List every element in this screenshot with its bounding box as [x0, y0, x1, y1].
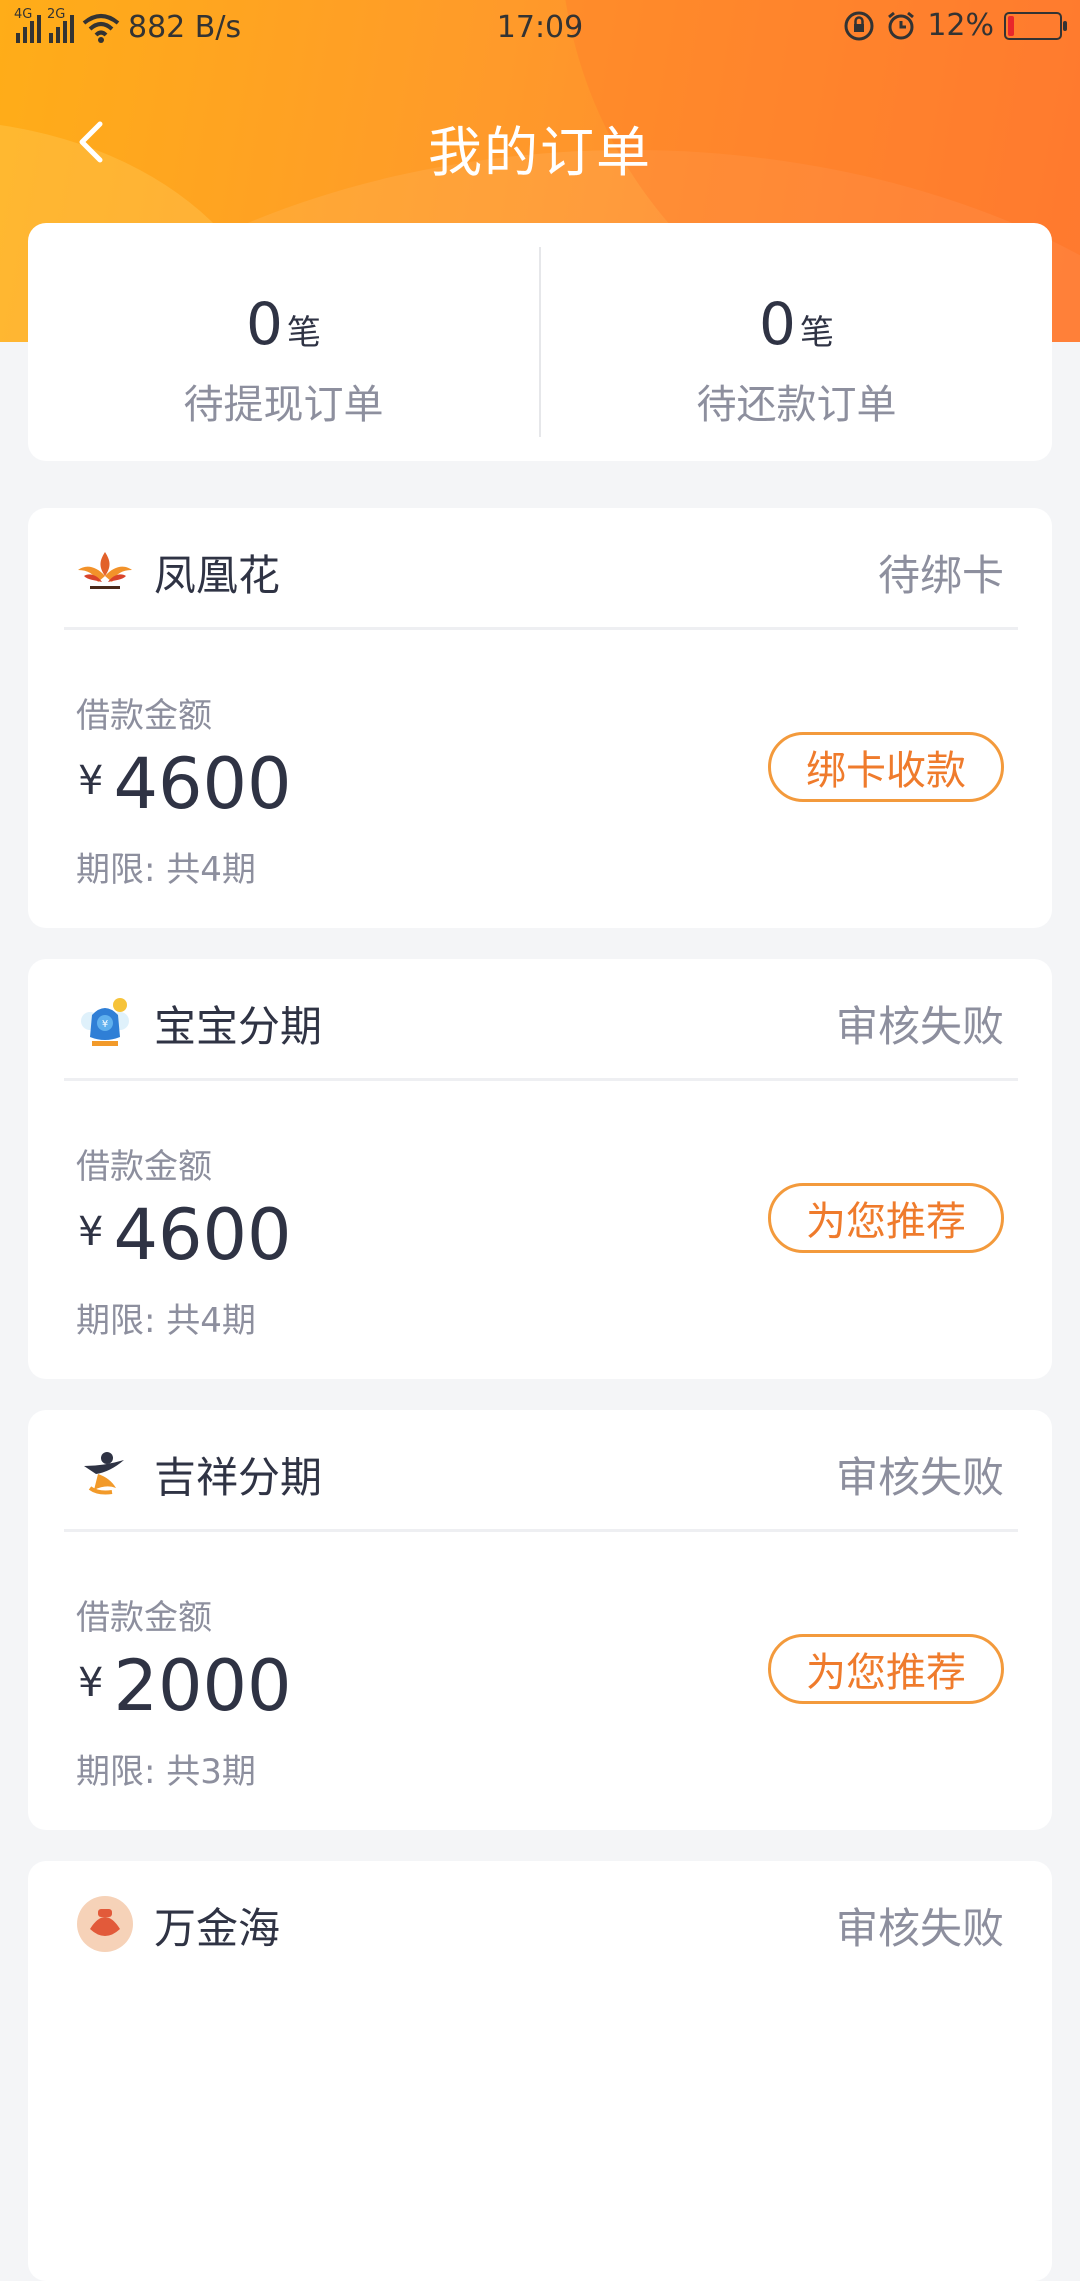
pending-withdraw-count: 0: [246, 290, 283, 358]
loan-amount-label: 借款金额: [76, 1147, 212, 1187]
pending-repay-summary[interactable]: 0笔 待还款订单: [541, 223, 1052, 461]
loan-amount: ¥ 4600: [78, 744, 292, 824]
currency-symbol: ¥: [78, 758, 104, 804]
rotation-lock-icon: [844, 11, 874, 40]
order-status: 审核失败: [835, 1002, 1004, 1051]
order-card-header: 吉祥分期 审核失败: [28, 1410, 1052, 1530]
wanjinhai-logo-icon: [77, 1896, 133, 1952]
order-card[interactable]: 万金海 审核失败: [28, 1861, 1052, 2281]
nav-bar: 我的订单: [0, 96, 1080, 186]
order-summary-card: 0笔 待提现订单 0笔 待还款订单: [28, 223, 1052, 461]
jixiang-logo-icon: [84, 1452, 124, 1495]
currency-symbol: ¥: [78, 1660, 104, 1706]
order-card[interactable]: 吉祥分期 审核失败 借款金额 ¥ 2000 期限: 共3期 为您推荐: [28, 1410, 1052, 1830]
pending-repay-unit: 笔: [799, 313, 834, 353]
loan-amount-value: 4600: [113, 1194, 292, 1276]
loan-amount: ¥ 4600: [78, 1195, 292, 1275]
status-bar: 4G 2G 882 B/s 17:09 12%: [0, 0, 1080, 56]
order-card[interactable]: 凤凰花 待绑卡 借款金额 ¥ 4600 期限: 共4期 绑卡收款: [28, 508, 1052, 928]
divider: [64, 627, 1018, 630]
order-status: 审核失败: [835, 1453, 1004, 1502]
pending-repay-label: 待还款订单: [696, 382, 897, 428]
order-card-header: 万金海 审核失败: [28, 1861, 1052, 1981]
loan-term: 期限: 共3期: [76, 1752, 256, 1792]
recommend-button[interactable]: 为您推荐: [768, 1634, 1004, 1704]
order-status: 待绑卡: [877, 551, 1004, 600]
recommend-button[interactable]: 为您推荐: [768, 1183, 1004, 1253]
pending-withdraw-unit: 笔: [286, 313, 321, 353]
currency-symbol: ¥: [78, 1209, 104, 1255]
pending-repay-count: 0: [759, 290, 796, 358]
order-card-header: 凤凰花 待绑卡: [28, 508, 1052, 628]
loan-amount-value: 4600: [113, 743, 292, 825]
order-card[interactable]: ¥ 宝宝分期 审核失败 借款金额 ¥ 4600 期限: 共4期 为您推荐: [28, 959, 1052, 1379]
svg-text:¥: ¥: [102, 1019, 108, 1030]
alarm-icon: [888, 11, 915, 39]
pending-withdraw-summary[interactable]: 0笔 待提现订单: [28, 223, 539, 461]
battery-icon: [1004, 11, 1067, 40]
pending-withdraw-label: 待提现订单: [183, 382, 384, 428]
loan-term: 期限: 共4期: [76, 850, 256, 890]
lender-name: 凤凰花: [154, 551, 281, 600]
order-status: 审核失败: [835, 1904, 1004, 1953]
lender-name: 吉祥分期: [154, 1453, 323, 1502]
lender-name: 万金海: [154, 1904, 281, 1953]
lender-name: 宝宝分期: [154, 1002, 323, 1051]
loan-amount-label: 借款金额: [76, 696, 212, 736]
baobao-logo-icon: ¥: [81, 998, 129, 1046]
loan-amount: ¥ 2000: [78, 1646, 292, 1726]
bind-card-button[interactable]: 绑卡收款: [768, 732, 1004, 802]
phoenix-logo-icon: [78, 552, 132, 592]
divider: [64, 1529, 1018, 1532]
battery-percent: 12%: [927, 8, 994, 43]
order-card-header: ¥ 宝宝分期 审核失败: [28, 959, 1052, 1079]
divider: [64, 1078, 1018, 1081]
loan-amount-value: 2000: [113, 1645, 292, 1727]
loan-amount-label: 借款金额: [76, 1598, 212, 1638]
loan-term: 期限: 共4期: [76, 1301, 256, 1341]
page-title: 我的订单: [428, 121, 652, 184]
